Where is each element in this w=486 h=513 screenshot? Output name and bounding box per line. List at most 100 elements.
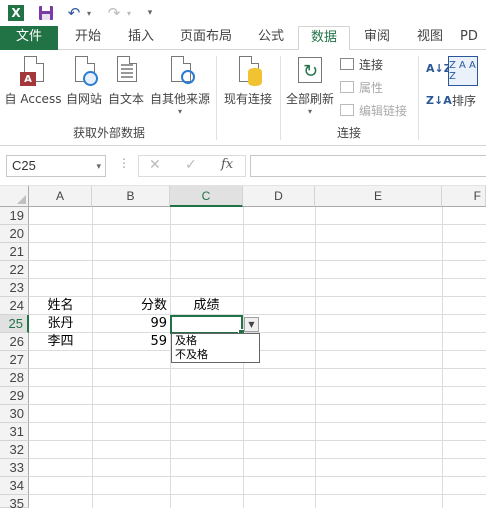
- formula-input[interactable]: [250, 155, 486, 177]
- validation-dropdown-list: 及格 不及格: [171, 333, 260, 363]
- gridline: [29, 260, 486, 261]
- from-access-button[interactable]: A 自 Access: [4, 54, 62, 107]
- properties-button[interactable]: 属性: [340, 77, 383, 97]
- cell-a25[interactable]: 张丹: [29, 315, 92, 333]
- cell-b25[interactable]: 99: [92, 315, 170, 333]
- quick-access-toolbar: X ↶ ▾ ↷ ▾ ▾: [0, 0, 486, 26]
- gridline: [29, 422, 486, 423]
- row-header[interactable]: 34: [0, 477, 29, 495]
- row-header[interactable]: 24: [0, 297, 29, 315]
- from-web-button[interactable]: 自网站: [64, 54, 104, 107]
- from-text-button[interactable]: 自文本: [106, 54, 146, 107]
- access-icon: A: [18, 54, 48, 88]
- sort-button[interactable]: 排序: [446, 90, 482, 109]
- undo-dropdown-icon[interactable]: ▾: [84, 3, 94, 23]
- row-header[interactable]: 32: [0, 441, 29, 459]
- row-header[interactable]: 35: [0, 495, 29, 511]
- cell-a24[interactable]: 姓名: [29, 297, 92, 315]
- tab-formulas[interactable]: 公式: [246, 26, 296, 50]
- gridline: [29, 458, 486, 459]
- from-access-label: 自 Access: [4, 92, 62, 106]
- save-icon[interactable]: [36, 3, 56, 23]
- dropdown-option-pass[interactable]: 及格: [172, 334, 259, 348]
- group-separator: [280, 56, 281, 140]
- column-header-c[interactable]: C: [170, 186, 243, 207]
- column-header-d[interactable]: D: [243, 186, 315, 207]
- refresh-all-button[interactable]: 全部刷新 ▾: [284, 54, 336, 116]
- cell-b24[interactable]: 分数: [92, 297, 170, 315]
- row-header[interactable]: 21: [0, 243, 29, 261]
- column-header-b[interactable]: B: [92, 186, 170, 207]
- redo-dropdown-icon[interactable]: ▾: [124, 3, 134, 23]
- gridline: [442, 207, 443, 508]
- tab-home[interactable]: 开始: [62, 26, 114, 50]
- gridline: [315, 207, 316, 508]
- redo-icon[interactable]: ↷: [104, 3, 124, 23]
- tab-page-layout[interactable]: 页面布局: [170, 26, 242, 50]
- from-other-sources-button[interactable]: 自其他来源 ▾: [148, 54, 212, 116]
- connections-label: 连接: [359, 57, 384, 72]
- formula-bar-grip-icon[interactable]: ⋮: [118, 156, 130, 170]
- cancel-icon[interactable]: ✕: [149, 157, 161, 173]
- group-label-connections: 连接: [336, 126, 361, 140]
- name-box-value: C25: [12, 158, 36, 173]
- insert-function-icon[interactable]: fx: [221, 157, 233, 172]
- from-text-label: 自文本: [107, 92, 144, 106]
- connections-button[interactable]: 连接: [340, 54, 383, 74]
- dropdown-option-fail[interactable]: 不及格: [172, 348, 259, 362]
- gridline: [29, 278, 486, 279]
- column-header-a[interactable]: A: [29, 186, 92, 207]
- formula-bar: C25 ▾ ⋮ ✕ ✓ fx: [0, 146, 486, 186]
- validation-dropdown-button[interactable]: ▼: [244, 317, 259, 332]
- active-cell-c25[interactable]: [170, 315, 245, 336]
- sort-icon[interactable]: Z A A Z: [448, 56, 478, 86]
- tab-insert[interactable]: 插入: [116, 26, 166, 50]
- cell-a26[interactable]: 李四: [29, 333, 92, 351]
- existing-connections-button[interactable]: 现有连接: [220, 54, 276, 107]
- column-header-e[interactable]: E: [315, 186, 442, 207]
- text-file-icon: [111, 54, 141, 88]
- group-separator: [418, 56, 419, 140]
- row-header[interactable]: 29: [0, 387, 29, 405]
- select-all-button[interactable]: [0, 186, 29, 207]
- row-header[interactable]: 33: [0, 459, 29, 477]
- gridline: [29, 476, 486, 477]
- row-header[interactable]: 20: [0, 225, 29, 243]
- properties-label: 属性: [359, 80, 384, 95]
- row-header-selected[interactable]: 25: [0, 315, 29, 333]
- row-header[interactable]: 30: [0, 405, 29, 423]
- worksheet-grid[interactable]: A B C D E F 19 20 21 22 23 24 25 26 27 2…: [0, 186, 486, 511]
- connections-icon: [340, 58, 354, 70]
- from-other-sources-label: 自其他来源: [149, 92, 210, 106]
- excel-logo-letter: X: [8, 5, 24, 21]
- ribbon-tabs: 文件 开始 插入 页面布局 公式 数据 审阅 视图 PD: [0, 26, 486, 51]
- column-header-f[interactable]: F: [442, 186, 486, 207]
- cell-c24[interactable]: 成绩: [170, 297, 243, 315]
- tab-view[interactable]: 视图: [404, 26, 456, 50]
- name-box[interactable]: C25 ▾: [6, 155, 106, 177]
- existing-connections-label: 现有连接: [223, 92, 272, 106]
- chevron-down-icon[interactable]: ▾: [96, 156, 101, 176]
- gridline: [92, 207, 93, 508]
- tab-file[interactable]: 文件: [0, 26, 58, 50]
- customize-qat-icon[interactable]: ▾: [144, 3, 156, 23]
- row-header[interactable]: 26: [0, 333, 29, 351]
- tab-pdf[interactable]: PD: [460, 26, 486, 50]
- row-header[interactable]: 23: [0, 279, 29, 297]
- row-header[interactable]: 22: [0, 261, 29, 279]
- row-header[interactable]: 28: [0, 369, 29, 387]
- tab-data[interactable]: 数据: [298, 26, 350, 51]
- enter-icon[interactable]: ✓: [185, 157, 197, 173]
- excel-logo-icon: X: [6, 3, 26, 23]
- row-header[interactable]: 31: [0, 423, 29, 441]
- gridline: [29, 224, 486, 225]
- from-web-label: 自网站: [65, 92, 102, 106]
- ribbon-data: A 自 Access 自网站 自文本 自其他来源 ▾ 获取外部数据 现有连接 ↻…: [0, 50, 486, 146]
- row-header[interactable]: 19: [0, 207, 29, 225]
- edit-links-button[interactable]: 编辑链接: [340, 100, 407, 120]
- refresh-all-label: 全部刷新: [285, 92, 334, 106]
- tab-review[interactable]: 审阅: [352, 26, 402, 50]
- undo-icon[interactable]: ↶: [64, 3, 84, 23]
- cell-b26[interactable]: 59: [92, 333, 170, 351]
- row-header[interactable]: 27: [0, 351, 29, 369]
